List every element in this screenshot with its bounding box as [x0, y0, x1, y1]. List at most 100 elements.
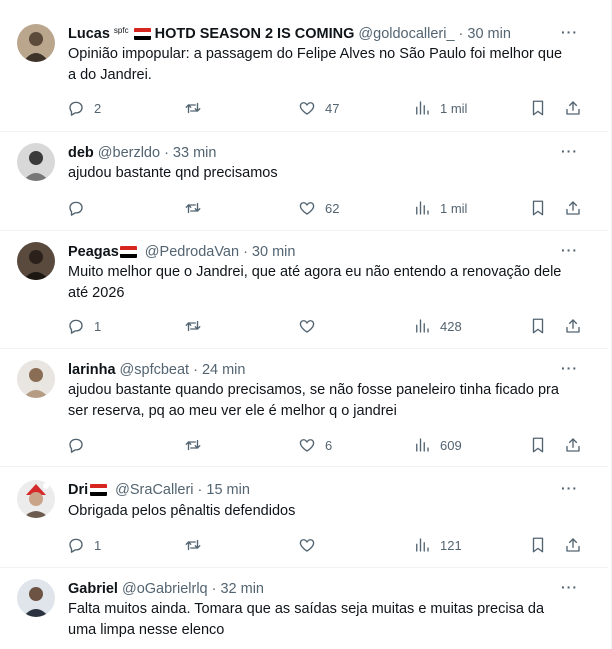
avatar[interactable] [17, 579, 55, 617]
display-name[interactable]: Dri [68, 480, 111, 500]
retweet-button[interactable] [184, 316, 211, 336]
tweet[interactable]: Peagas @PedrodaVan · 30 min ··· Muito me… [0, 230, 608, 349]
tweet-header: Dri @SraCalleri · 15 min [68, 480, 250, 500]
like-button[interactable]: 6 [298, 435, 332, 455]
display-name[interactable]: Peagas [68, 242, 141, 262]
views-button[interactable]: 1 mil [413, 98, 467, 118]
more-options-icon[interactable]: ··· [561, 360, 578, 376]
views-button[interactable]: 121 [413, 535, 462, 555]
avatar[interactable] [17, 360, 55, 398]
user-handle[interactable]: @PedrodaVan [145, 242, 239, 262]
share-icon [566, 438, 580, 452]
avatar[interactable] [17, 480, 55, 518]
avatar[interactable] [17, 143, 55, 181]
tweet-text: Obrigada pelos pênaltis defendidos [68, 503, 296, 519]
timestamp[interactable]: 30 min [252, 242, 296, 262]
bookmark-button[interactable] [529, 435, 547, 455]
user-handle[interactable]: @spfcbeat [120, 360, 190, 380]
more-options-icon[interactable]: ··· [561, 480, 578, 496]
more-options-icon[interactable]: ··· [561, 143, 578, 159]
views-count: 121 [440, 537, 462, 553]
heart-icon [299, 439, 315, 452]
separator-dot: · [193, 362, 198, 378]
retweet-button[interactable] [184, 98, 211, 118]
views-icon [416, 201, 429, 215]
share-button[interactable] [564, 535, 582, 555]
tweet[interactable]: Lucas spfc HOTD SEASON 2 IS COMING @gold… [0, 0, 608, 132]
tweet-header: Lucas spfc HOTD SEASON 2 IS COMING @gold… [68, 24, 511, 44]
reply-button[interactable]: 1 [67, 535, 101, 555]
views-button[interactable]: 428 [413, 316, 462, 336]
flag-icon [119, 246, 137, 258]
action-bar: 62 1 mil [0, 198, 608, 218]
share-button[interactable] [564, 198, 582, 218]
like-button[interactable]: 62 [298, 198, 339, 218]
views-icon [416, 538, 429, 552]
retweet-button[interactable] [184, 535, 211, 555]
user-handle[interactable]: @SraCalleri [115, 480, 193, 500]
display-name[interactable]: deb [68, 143, 94, 163]
retweet-button[interactable] [184, 435, 211, 455]
timestamp[interactable]: 15 min [206, 480, 250, 500]
bookmark-icon [532, 200, 544, 216]
share-icon [566, 538, 580, 552]
bookmark-icon [532, 318, 544, 334]
tweet[interactable]: Gabriel @oGabrielrlq · 32 min ··· Falta … [0, 567, 608, 649]
tweet-header: Peagas @PedrodaVan · 30 min [68, 242, 295, 262]
share-button[interactable] [564, 435, 582, 455]
separator-dot: · [458, 26, 464, 42]
tweet-header: larinha @spfcbeat · 24 min [68, 360, 245, 380]
share-button[interactable] [564, 316, 582, 336]
more-options-icon[interactable]: ··· [561, 579, 578, 595]
tweet-header: Gabriel @oGabrielrlq · 32 min [68, 579, 264, 599]
retweet-icon [185, 102, 201, 114]
like-count: 6 [325, 437, 333, 453]
tweet-text: ajudou bastante quando precisamos, se nã… [68, 382, 559, 419]
reply-icon [69, 319, 83, 334]
more-options-icon[interactable]: ··· [561, 242, 578, 258]
flag-icon [90, 484, 108, 496]
like-button[interactable] [298, 535, 325, 555]
bookmark-button[interactable] [529, 198, 547, 218]
timestamp[interactable]: 24 min [202, 360, 246, 380]
avatar[interactable] [17, 242, 55, 280]
reply-count: 1 [94, 318, 102, 334]
like-button[interactable]: 47 [298, 98, 339, 118]
reply-button[interactable]: 1 [67, 316, 101, 336]
like-button[interactable] [298, 316, 325, 336]
timestamp[interactable]: 32 min [220, 579, 264, 599]
share-button[interactable] [564, 98, 582, 118]
user-handle[interactable]: @oGabrielrlq [122, 579, 208, 599]
action-bar: 1 121 [0, 535, 608, 555]
reply-icon [69, 101, 83, 116]
reply-icon [69, 438, 83, 453]
views-button[interactable]: 609 [413, 435, 462, 455]
reply-count: 2 [94, 100, 102, 116]
timeline-feed: Lucas spfc HOTD SEASON 2 IS COMING @gold… [0, 0, 612, 649]
tweet[interactable]: Dri @SraCalleri · 15 min ··· Obrigada pe… [0, 466, 608, 568]
bookmark-button[interactable] [529, 98, 547, 118]
more-options-icon[interactable]: ··· [561, 24, 578, 40]
separator-dot: · [243, 244, 248, 260]
reply-button[interactable] [67, 198, 94, 218]
display-name[interactable]: larinha [68, 360, 116, 380]
timestamp[interactable]: 30 min [467, 24, 511, 44]
timestamp[interactable]: 33 min [173, 143, 217, 163]
name-superscript: spfc [113, 26, 129, 35]
views-icon [416, 319, 429, 333]
bookmark-button[interactable] [529, 535, 547, 555]
bookmark-button[interactable] [529, 316, 547, 336]
display-name[interactable]: Gabriel [68, 579, 118, 599]
share-icon [566, 319, 580, 333]
avatar[interactable] [17, 24, 55, 62]
reply-button[interactable]: 2 [67, 98, 101, 118]
user-handle[interactable]: @berzldo [98, 143, 160, 163]
views-button[interactable]: 1 mil [413, 198, 467, 218]
retweet-icon [185, 539, 201, 551]
views-count: 1 mil [440, 200, 468, 216]
tweet[interactable]: larinha @spfcbeat · 24 min ··· ajudou ba… [0, 348, 608, 467]
user-handle[interactable]: @goldocalleri_ [358, 24, 454, 44]
reply-button[interactable] [67, 435, 94, 455]
retweet-button[interactable] [184, 198, 211, 218]
tweet[interactable]: deb @berzldo · 33 min ··· ajudou bastant… [0, 131, 608, 231]
